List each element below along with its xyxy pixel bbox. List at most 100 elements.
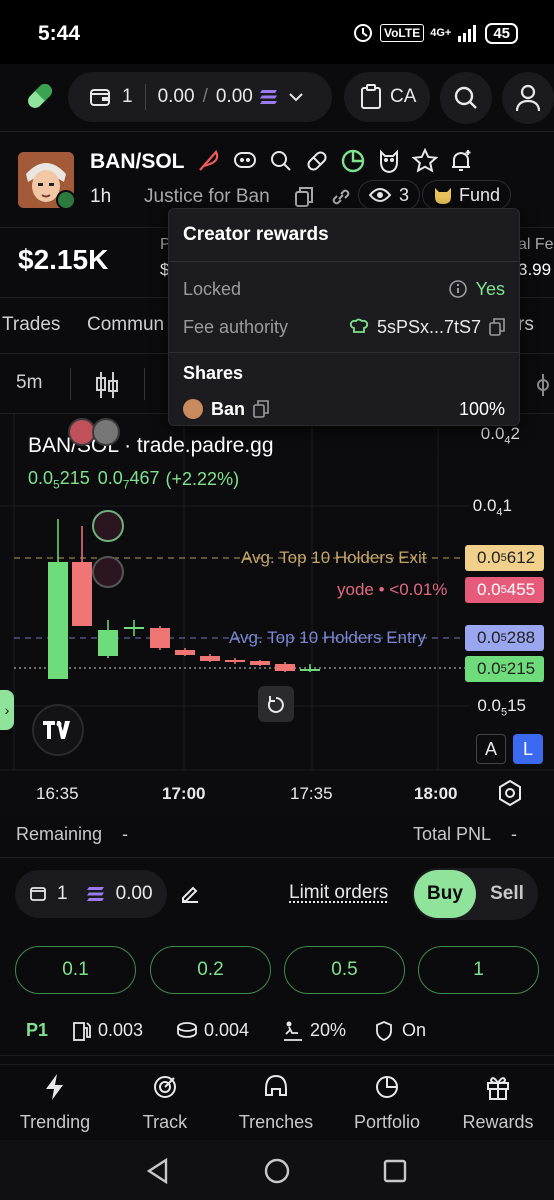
back-icon[interactable] bbox=[146, 1158, 170, 1184]
nav-portfolio[interactable]: Portfolio bbox=[332, 1073, 442, 1133]
feather-icon[interactable] bbox=[196, 148, 222, 174]
x-tick: 16:35 bbox=[36, 784, 79, 803]
chat-icon[interactable] bbox=[232, 148, 258, 174]
wallet-selector[interactable]: 1 0.00 / 0.00 bbox=[68, 72, 332, 122]
chart-settings-icon[interactable] bbox=[498, 780, 522, 806]
preset-label[interactable]: P1 bbox=[26, 1020, 48, 1041]
candle-body bbox=[300, 669, 320, 671]
divider bbox=[144, 84, 146, 110]
fund-label: Fund bbox=[459, 184, 501, 205]
pill-outline-icon[interactable] bbox=[304, 148, 330, 174]
share-percent: 100% bbox=[458, 398, 505, 419]
total-pnl-label: Total PNL bbox=[413, 824, 492, 844]
last-tag-post: 215 bbox=[506, 659, 536, 678]
edit-icon[interactable] bbox=[178, 882, 202, 906]
toolbar-divider-2 bbox=[144, 368, 145, 400]
yode-tag-post: 455 bbox=[506, 580, 536, 599]
price-chart[interactable]: BAN/SOL · trade.padre.gg 0.05215 0.07467… bbox=[0, 414, 554, 814]
eye-icon bbox=[369, 188, 391, 202]
chart-title: BAN/SOL · trade.padre.gg bbox=[28, 434, 274, 457]
target-icon bbox=[154, 1076, 176, 1098]
y-tick-low: 0.0515 bbox=[477, 696, 526, 718]
trader-marker-icon[interactable] bbox=[92, 510, 124, 542]
search-token-icon[interactable] bbox=[268, 148, 294, 174]
share-name: Ban bbox=[211, 398, 246, 419]
locked-value: Yes bbox=[475, 278, 505, 299]
interval-selector[interactable]: 5m bbox=[16, 372, 42, 394]
amount-button[interactable]: 0.5 bbox=[284, 946, 405, 994]
entry-tag-pre: 0.0 bbox=[477, 628, 501, 647]
sell-button[interactable]: Sell bbox=[478, 870, 536, 918]
share-row: Ban 100% bbox=[169, 393, 519, 425]
watchers-count: 3 bbox=[399, 184, 410, 205]
tab-community[interactable]: Commun bbox=[87, 314, 164, 336]
profile-button[interactable] bbox=[502, 72, 554, 124]
bribe-fee: 0.004 bbox=[204, 1020, 250, 1040]
fund-badge[interactable]: Fund bbox=[422, 180, 512, 210]
ohlc-b-pre: 0.0 bbox=[97, 468, 123, 488]
locked-value-wrap: Yes bbox=[448, 279, 505, 300]
search-button[interactable] bbox=[440, 72, 492, 124]
tab-partial-right[interactable]: rs bbox=[518, 314, 534, 336]
nav-trenches[interactable]: Trenches bbox=[221, 1073, 331, 1133]
copy-icon[interactable] bbox=[253, 400, 269, 418]
fee-authority-value[interactable]: 5sPSx...7tS7 bbox=[377, 317, 481, 338]
share-holder: Ban bbox=[183, 399, 269, 420]
trade-controls: 1 0.00 Limit orders Buy Sell bbox=[0, 860, 554, 930]
ca-button[interactable]: CA bbox=[344, 72, 430, 122]
home-icon[interactable] bbox=[264, 1158, 290, 1184]
candle-body bbox=[250, 661, 270, 665]
tab-trades[interactable]: Trades bbox=[2, 314, 60, 336]
wallet-icon bbox=[30, 887, 46, 901]
candle-body bbox=[72, 562, 92, 626]
info-icon[interactable] bbox=[448, 279, 468, 299]
token-avatar[interactable] bbox=[18, 152, 74, 208]
trader-marker-icon[interactable] bbox=[92, 556, 124, 588]
y-tick-mid: 0.041 bbox=[473, 496, 512, 518]
link-icon[interactable] bbox=[330, 186, 352, 208]
bell-icon[interactable] bbox=[448, 148, 474, 174]
recents-icon[interactable] bbox=[383, 1159, 407, 1183]
pill-logo-icon[interactable] bbox=[22, 78, 58, 119]
copy-icon[interactable] bbox=[489, 318, 505, 336]
amount-button[interactable]: 0.2 bbox=[150, 946, 271, 994]
x-tick: 17:00 bbox=[162, 784, 206, 803]
chevron-down-icon bbox=[289, 93, 303, 102]
trader-marker-icon[interactable] bbox=[92, 418, 120, 446]
crosshair-icon[interactable] bbox=[534, 374, 552, 396]
reset-chart-button[interactable] bbox=[258, 686, 294, 722]
y-tick-mid-pre: 0.0 bbox=[472, 496, 497, 515]
candle-body bbox=[200, 656, 220, 661]
star-icon[interactable] bbox=[412, 148, 438, 174]
status-icons: VoLTE 4G+ 45 bbox=[352, 22, 518, 44]
last-tag-pre: 0.0 bbox=[477, 659, 501, 678]
y-tick-top-post: 2 bbox=[510, 424, 520, 443]
yode-price-tag: 0.0 5 455 bbox=[465, 577, 544, 603]
pie-chart-icon[interactable] bbox=[340, 148, 366, 174]
x-tick: 18:00 bbox=[414, 784, 458, 803]
buy-button[interactable]: Buy bbox=[414, 870, 476, 918]
solana-icon bbox=[259, 90, 277, 104]
shares-title: Shares bbox=[183, 362, 244, 383]
partial-value-right: 3.99 bbox=[518, 260, 552, 279]
candles-icon[interactable] bbox=[94, 370, 120, 400]
limit-orders-link[interactable]: Limit orders bbox=[289, 882, 388, 904]
holders-badge[interactable]: 3 bbox=[358, 180, 421, 210]
auto-scale-button[interactable]: A bbox=[476, 734, 506, 764]
nav-track[interactable]: Track bbox=[110, 1073, 220, 1133]
partial-label-right: al Fe bbox=[518, 236, 554, 253]
owl-icon[interactable] bbox=[376, 148, 402, 174]
buy-sell-toggle: Buy Sell bbox=[412, 868, 538, 920]
amount-button[interactable]: 1 bbox=[418, 946, 539, 994]
preset-stats-row: P1 0.003 0.004 20% On bbox=[0, 1010, 554, 1056]
side-drawer-handle[interactable]: › bbox=[0, 690, 14, 730]
copy-icon[interactable] bbox=[294, 186, 314, 208]
log-scale-button[interactable]: L bbox=[513, 734, 543, 764]
user-icon bbox=[515, 84, 541, 112]
amount-button[interactable]: 0.1 bbox=[15, 946, 136, 994]
tradingview-logo-icon[interactable] bbox=[32, 704, 84, 756]
nav-rewards[interactable]: Rewards bbox=[443, 1073, 553, 1133]
wallet-picker[interactable]: 1 0.00 bbox=[15, 870, 167, 918]
coins-icon bbox=[177, 1022, 197, 1038]
nav-trending[interactable]: Trending bbox=[0, 1073, 110, 1133]
